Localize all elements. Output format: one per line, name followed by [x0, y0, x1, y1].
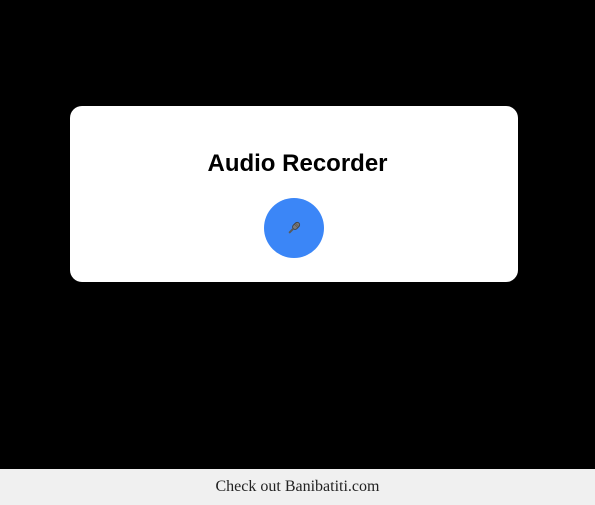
footer-text: Check out Banibatiti.com — [216, 478, 380, 496]
record-button[interactable] — [264, 198, 324, 258]
microphone-icon — [288, 221, 301, 234]
footer: Check out Banibatiti.com — [0, 469, 595, 505]
footer-link[interactable]: Banibatiti.com — [285, 478, 380, 495]
footer-prefix: Check out — [215, 478, 281, 495]
page-title: Audio Recorder — [207, 150, 388, 177]
